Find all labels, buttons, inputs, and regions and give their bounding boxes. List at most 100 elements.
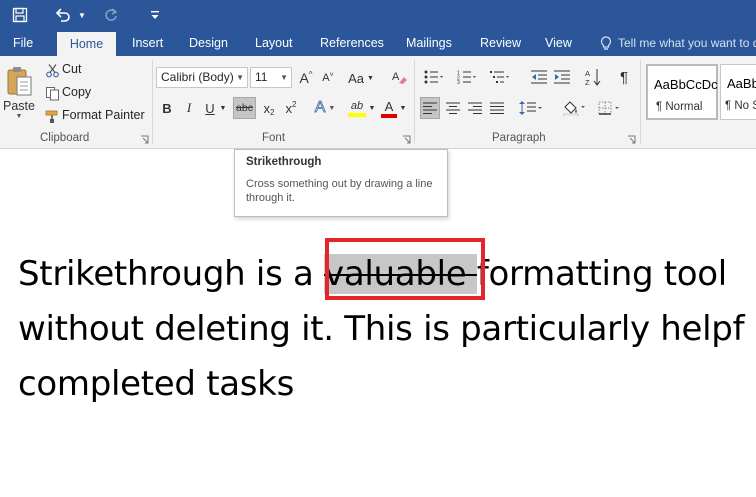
underline-button[interactable]: U [202,97,218,119]
group-separator [152,60,153,144]
show-formatting-button[interactable]: ¶ [614,66,634,88]
document-line-3[interactable]: completed tasks [18,364,294,404]
bullets-button[interactable] [420,67,448,87]
clipboard-group-label: Clipboard [40,132,90,144]
undo-dropdown-icon[interactable]: ▼ [76,3,88,27]
caret-down-icon: ˅ [329,71,334,79]
align-right-button[interactable] [465,97,485,119]
chevron-down-icon: ▼ [328,104,336,112]
align-left-button[interactable] [420,97,440,119]
decrease-indent-button[interactable] [529,67,549,87]
svg-text:3: 3 [457,80,460,84]
font-color-button[interactable]: A [378,96,400,120]
tab-layout[interactable]: Layout [245,30,303,56]
paste-button[interactable]: Paste ▼ [3,60,35,124]
numbering-button[interactable]: 123 [453,67,481,87]
clear-formatting-button[interactable]: A [388,66,410,88]
group-separator [640,60,641,144]
line-spacing-button[interactable] [515,97,547,119]
change-case-icon: Aa [348,70,364,86]
subscript-mark: 2 [270,107,275,117]
tab-references[interactable]: References [310,30,394,56]
tab-home[interactable]: Home [57,32,116,56]
ribbon-home: Paste ▼ Cut Copy Format Painter Clipboar… [0,56,756,149]
font-color-dropdown-icon[interactable]: ▼ [398,97,408,119]
font-name-combo[interactable]: Calibri (Body) ▼ [156,67,248,88]
customize-qat-icon[interactable] [146,3,164,27]
save-icon[interactable] [8,3,32,27]
line1-after: formatting tool [476,254,727,294]
tab-view[interactable]: View [535,30,582,56]
tooltip-description: Cross something out by drawing a line th… [246,178,433,204]
font-name-value: Calibri (Body) [161,70,234,84]
shading-button[interactable] [558,97,590,119]
tab-design[interactable]: Design [179,30,238,56]
grow-font-icon: A [299,70,309,86]
paragraph-group-label: Paragraph [492,132,546,144]
group-separator [414,60,415,144]
tab-insert[interactable]: Insert [122,30,173,56]
underline-dropdown-icon[interactable]: ▼ [218,97,228,119]
chevron-down-icon: ▼ [366,74,374,82]
subscript-button[interactable]: x2 [259,97,279,119]
sort-button[interactable]: AZ [582,66,604,88]
font-launcher-icon[interactable] [402,135,411,144]
superscript-mark: 2 [292,99,297,109]
title-bar: ▼ [0,0,756,30]
borders-button[interactable] [594,97,626,119]
justify-button[interactable] [487,97,507,119]
highlight-color-swatch [348,112,366,117]
shrink-font-icon: A [322,72,330,84]
tab-file[interactable]: File [3,30,43,56]
font-color-icon: A [384,98,394,114]
format-painter-button[interactable]: Format Painter [62,108,145,122]
bullets-icon [424,70,443,84]
style-normal-sample: AaBbCcDc [654,77,718,92]
align-center-icon [446,102,460,114]
tab-mailings[interactable]: Mailings [396,30,462,56]
paint-bucket-icon [563,101,585,116]
change-case-button[interactable]: Aa ▼ [344,68,378,88]
grow-font-button[interactable]: A ^ [297,68,315,88]
copy-button[interactable]: Copy [62,85,91,99]
strikethrough-button[interactable]: abc [233,97,256,119]
tell-me-placeholder: Tell me what you want to d [618,36,756,50]
align-center-button[interactable] [443,97,463,119]
paste-dropdown-icon[interactable]: ▼ [16,113,23,120]
copy-icon[interactable] [44,85,60,101]
clipboard-launcher-icon[interactable] [140,135,149,144]
align-right-icon [468,102,482,114]
italic-button[interactable]: I [180,97,198,119]
superscript-button[interactable]: x2 [281,97,301,119]
font-size-combo[interactable]: 11 ▼ [250,67,292,88]
svg-text:A: A [585,69,590,78]
bold-button[interactable]: B [158,97,176,119]
paragraph-launcher-icon[interactable] [627,135,636,144]
style-normal[interactable]: AaBbCcDc ¶ Normal [646,64,718,120]
eraser-icon: A [392,71,407,84]
text-effects-button[interactable]: A ▼ [310,97,340,119]
redo-icon[interactable] [100,3,122,27]
tell-me-box[interactable]: Tell me what you want to d [600,30,756,56]
tab-review[interactable]: Review [470,30,531,56]
sort-icon: AZ [585,69,601,86]
highlight-dropdown-icon[interactable]: ▼ [368,97,376,119]
style-normal-name: ¶ Normal [656,101,703,113]
scissors-icon[interactable] [44,62,60,78]
numbering-icon: 123 [457,71,476,84]
highlighter-icon: ab [350,99,364,112]
multilevel-list-button[interactable] [486,67,514,87]
format-painter-icon[interactable] [44,108,60,124]
style-no-spacing-sample: AaBb [727,76,756,91]
increase-indent-button[interactable] [552,67,572,87]
text-effects-icon: A [314,99,326,117]
undo-icon[interactable] [52,3,74,27]
justify-icon [490,102,504,114]
paste-label: Paste [3,98,35,113]
tooltip-title: Strikethrough [246,156,322,168]
style-no-spacing[interactable]: AaBb ¶ No S [720,64,756,120]
cut-button[interactable]: Cut [62,62,81,76]
document-line-2[interactable]: without deleting it. This is particularl… [18,309,745,349]
shrink-font-button[interactable]: A ˅ [319,68,337,88]
svg-text:Z: Z [585,78,590,86]
